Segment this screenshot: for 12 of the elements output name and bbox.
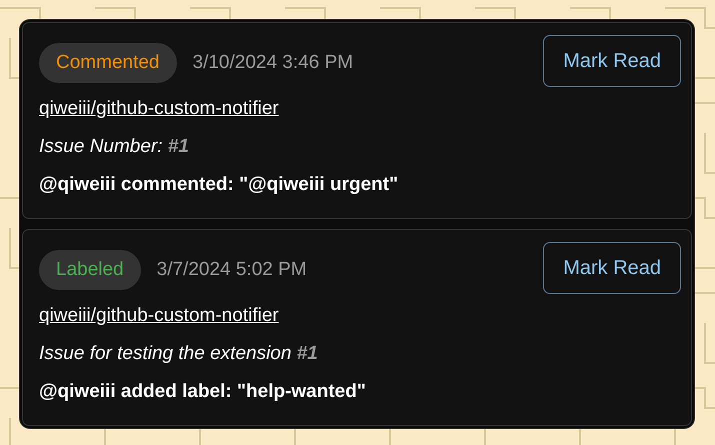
event-label: Labeled [56, 259, 124, 280]
mark-read-button[interactable]: Mark Read [543, 35, 681, 87]
repo-link[interactable]: qiweiii/github-custom-notifier [39, 303, 279, 329]
issue-title: Issue Number: #1 [39, 135, 189, 159]
repo-link[interactable]: qiweiii/github-custom-notifier [39, 96, 279, 122]
timestamp: 3/10/2024 3:46 PM [192, 50, 354, 75]
issue-title: Issue for testing the extension #1 [39, 342, 318, 366]
notification-message: @qiweiii commented: "@qiweiii urgent" [39, 173, 398, 197]
mark-read-button[interactable]: Mark Read [543, 242, 681, 294]
event-label: Commented [56, 52, 160, 73]
timestamp: 3/7/2024 5:02 PM [156, 258, 307, 282]
notification-message: @qiweiii added label: "help-wanted" [39, 380, 366, 404]
